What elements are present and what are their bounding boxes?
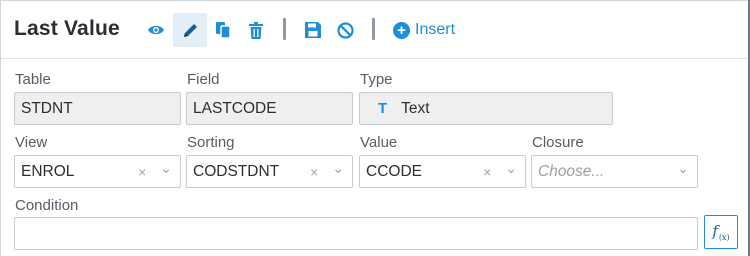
chevron-down-icon[interactable]: ⌄	[332, 160, 344, 177]
sorting-value: CODSTDNT	[193, 162, 280, 180]
clear-icon[interactable]: ×	[310, 164, 318, 180]
edit-button[interactable]	[173, 13, 207, 47]
field-value: LASTCODE	[193, 99, 277, 117]
eye-icon	[147, 23, 165, 37]
delete-button[interactable]	[239, 13, 273, 47]
view-select[interactable]: ENROL × ⌄	[14, 155, 181, 188]
chevron-down-icon[interactable]: ⌄	[160, 160, 172, 177]
copy-icon	[215, 21, 231, 39]
sorting-select[interactable]: CODSTDNT × ⌄	[186, 155, 353, 188]
trash-icon	[249, 21, 263, 39]
clear-icon[interactable]: ×	[483, 164, 491, 180]
text-type-icon: T	[378, 100, 388, 117]
type-value: Text	[401, 99, 430, 117]
type-field: T Text	[359, 92, 613, 125]
page-title: Last Value	[14, 17, 120, 40]
toolbar-divider	[372, 18, 375, 40]
function-icon: f(x)	[712, 222, 729, 242]
clear-icon[interactable]: ×	[138, 164, 146, 180]
cancel-button[interactable]	[328, 13, 362, 47]
closure-select[interactable]: Choose... ⌄	[531, 155, 698, 188]
field-field: LASTCODE	[186, 92, 353, 125]
last-value-panel: Last Value + Insert Table STDNT Field LA…	[0, 0, 750, 256]
insert-label: Insert	[415, 21, 456, 38]
type-label: Type	[360, 71, 393, 88]
view-value: ENROL	[21, 162, 75, 180]
table-field: STDNT	[14, 92, 181, 125]
save-icon	[305, 22, 321, 38]
insert-button[interactable]: + Insert	[393, 19, 455, 41]
condition-label: Condition	[15, 197, 79, 214]
field-label: Field	[187, 71, 220, 88]
pencil-icon	[182, 22, 199, 39]
chevron-down-icon[interactable]: ⌄	[505, 160, 517, 177]
function-icon-sub: (x)	[718, 233, 730, 242]
value-value: CCODE	[366, 162, 422, 180]
formula-button[interactable]: f(x)	[704, 215, 738, 249]
toolbar-divider	[283, 18, 286, 40]
view-label: View	[15, 134, 48, 151]
toolbar: Last Value + Insert	[1, 1, 749, 59]
save-button[interactable]	[296, 13, 330, 47]
condition-input[interactable]	[14, 217, 698, 250]
table-label: Table	[15, 71, 51, 88]
sorting-label: Sorting	[187, 134, 235, 151]
copy-button[interactable]	[206, 13, 240, 47]
function-icon-letter: f	[712, 222, 718, 240]
value-select[interactable]: CCODE × ⌄	[359, 155, 526, 188]
value-label: Value	[360, 134, 398, 151]
closure-placeholder: Choose...	[538, 162, 605, 180]
plus-circle-icon: +	[393, 21, 410, 39]
cancel-icon	[336, 21, 354, 39]
chevron-down-icon[interactable]: ⌄	[677, 160, 689, 177]
view-button[interactable]	[139, 13, 173, 47]
closure-label: Closure	[532, 134, 584, 151]
table-value: STDNT	[21, 99, 73, 117]
